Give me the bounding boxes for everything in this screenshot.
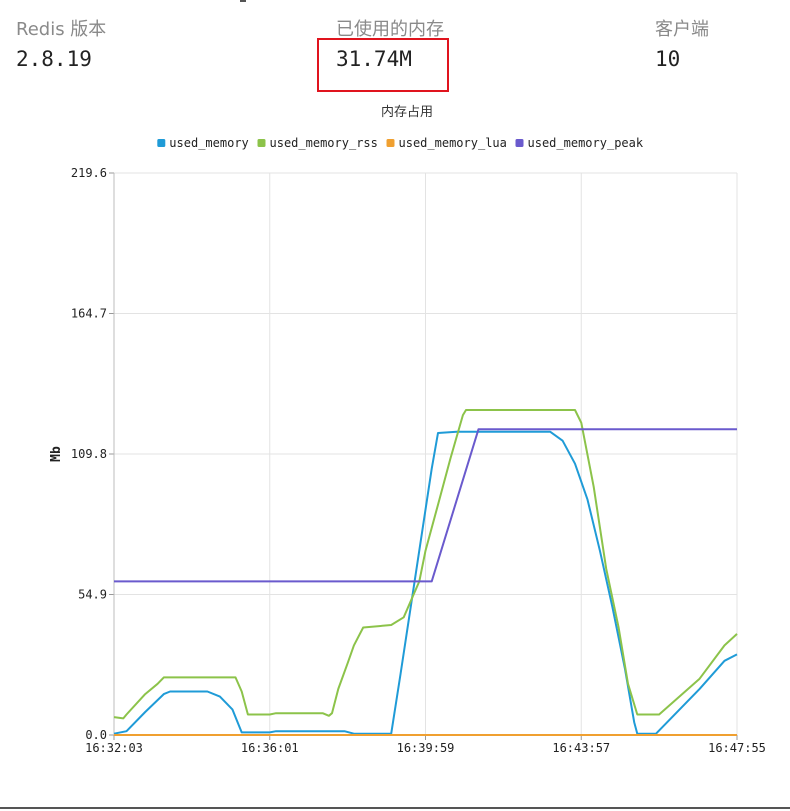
x-axis: 16:32:03 16:36:01 16:39:59 16:43:57 16:47:55 [85,734,766,755]
y-tick-label: 219.6 [71,166,107,180]
legend-item-used-memory-rss[interactable]: used_memory_rss [257,136,378,150]
memory-chart: 内存占用 used_memory used_memory_rss used_memo… [49,104,766,755]
chart-title: 内存占用 [381,104,433,120]
bottom-scroll-edge [0,807,790,809]
legend-swatch [257,139,266,147]
y-tick-label: 54.9 [78,588,107,602]
y-axis-label: Mb [49,446,64,462]
x-tick-label: 16:47:55 [708,741,766,755]
y-axis: 0.0 54.9 109.8 164.7 219.6 [71,166,115,742]
legend-label: used_memory_rss [270,136,378,150]
legend-swatch [157,139,166,147]
legend-label: used_memory_lua [399,136,507,150]
x-tick-label: 16:36:01 [241,741,299,755]
y-tick-label: 0.0 [85,728,107,742]
legend-swatch [515,139,524,147]
legend-item-used-memory-peak[interactable]: used_memory_peak [515,136,644,150]
y-tick-label: 164.7 [71,307,107,321]
legend-label: used_memory_peak [528,136,644,150]
legend-item-used-memory[interactable]: used_memory [157,136,249,150]
legend-item-used-memory-lua[interactable]: used_memory_lua [386,136,507,150]
x-tick-label: 16:43:57 [552,741,610,755]
chart-legend[interactable]: used_memory used_memory_rss used_memory_lu… [157,136,644,150]
y-tick-label: 109.8 [71,447,107,461]
x-tick-label: 16:39:59 [397,741,455,755]
x-tick-label: 16:32:03 [85,741,143,755]
chart-grid [113,172,738,736]
legend-swatch [386,139,395,147]
legend-label: used_memory [169,136,248,150]
